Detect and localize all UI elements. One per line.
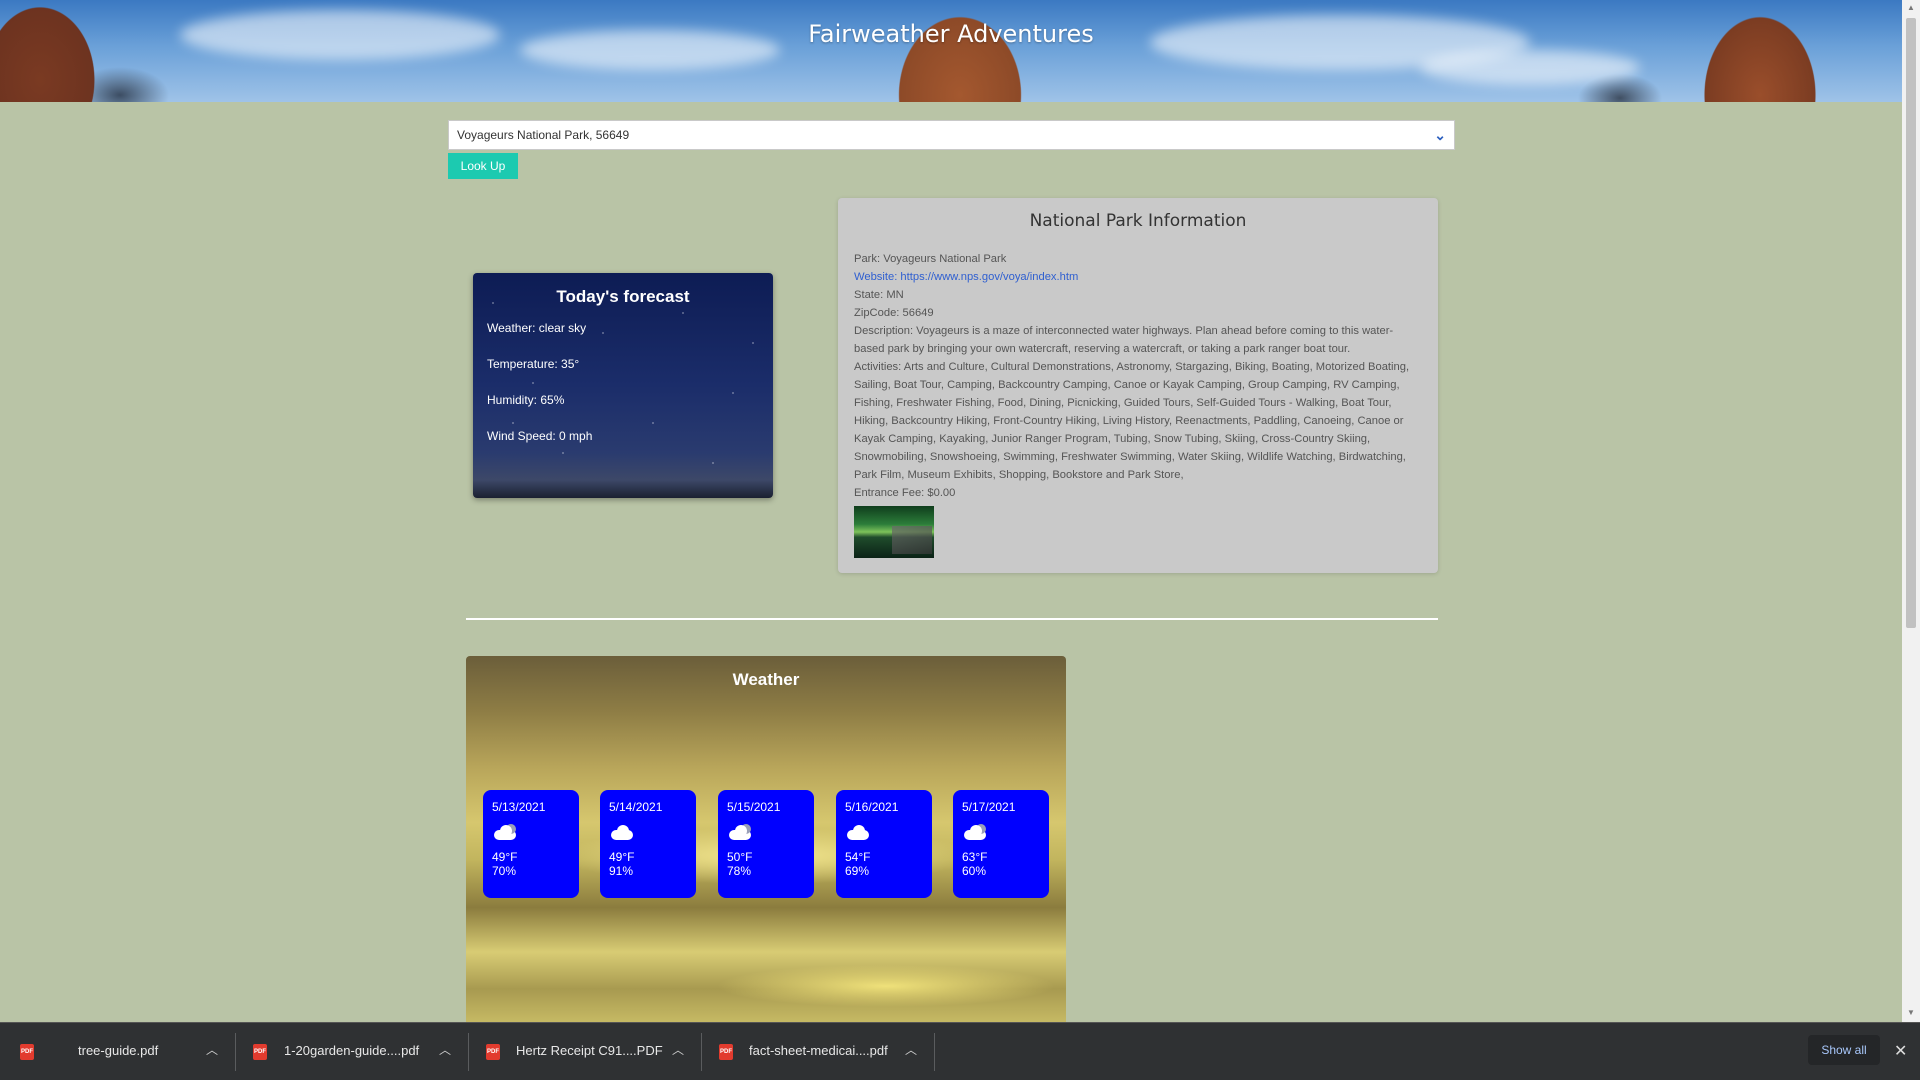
pdf-file-icon: PDF: [486, 1044, 500, 1060]
forecast-humidity: 60%: [962, 864, 987, 878]
scroll-down-icon[interactable]: ▼: [1906, 1008, 1916, 1018]
download-filename: tree-guide.pdf: [78, 1043, 159, 1058]
download-divider: [468, 1033, 469, 1071]
pdf-file-icon: PDF: [719, 1044, 733, 1060]
forecast-temp: 49°F: [492, 850, 518, 864]
download-item[interactable]: PDF Hertz Receipt C91....PDF ︿: [486, 1023, 686, 1080]
today-forecast-title: Today's forecast: [556, 287, 690, 306]
park-select[interactable]: Voyageurs National Park, 56649 ⌄: [448, 120, 1455, 150]
partly-cloudy-icon: [962, 822, 990, 842]
forecast-day-card: 5/15/2021 50°F 78%: [718, 790, 814, 898]
download-filename: fact-sheet-medicai....pdf: [749, 1043, 888, 1058]
park-zipcode: ZipCode: 56649: [854, 307, 934, 319]
forecast-day-card: 5/16/2021 54°F 69%: [836, 790, 932, 898]
scroll-up-icon[interactable]: ▲: [1906, 3, 1916, 13]
download-item[interactable]: PDF tree-guide.pdf ︿: [20, 1023, 220, 1080]
download-divider: [934, 1033, 935, 1071]
look-up-button[interactable]: Look Up: [448, 153, 518, 179]
download-divider: [701, 1033, 702, 1071]
forecast-day-card: 5/17/2021 63°F 60%: [953, 790, 1049, 898]
park-name: Park: Voyageurs National Park: [854, 253, 1007, 265]
cloud-icon: [845, 822, 873, 842]
forecast-temp: 49°F: [609, 850, 635, 864]
site-title: Fairweather Adventures: [808, 20, 1094, 48]
forecast-temp: 50°F: [727, 850, 753, 864]
park-info-card: National Park Information Park: Voyageur…: [838, 198, 1438, 573]
pdf-file-icon: PDF: [20, 1044, 34, 1060]
park-activities: Activities: Arts and Culture, Cultural D…: [854, 361, 1410, 481]
weather-title: Weather: [732, 670, 800, 689]
park-select-value: Voyageurs National Park, 56649: [457, 128, 630, 142]
scroll-thumb[interactable]: [1906, 18, 1916, 628]
partly-cloudy-icon: [492, 822, 520, 842]
forecast-day-card: 5/14/2021 49°F 91%: [600, 790, 696, 898]
page-scrollbar[interactable]: ▲ ▼: [1902, 0, 1920, 1022]
today-humidity: Humidity: 65%: [487, 393, 565, 407]
download-divider: [235, 1033, 236, 1071]
chevron-down-icon[interactable]: ⌄: [1434, 127, 1446, 144]
header-banner: Fairweather Adventures: [0, 0, 1902, 102]
download-filename: 1-20garden-guide....pdf: [284, 1043, 420, 1058]
park-website-link[interactable]: Website: https://www.nps.gov/voya/index.…: [854, 268, 1422, 286]
forecast-temp: 54°F: [845, 850, 871, 864]
download-item[interactable]: PDF fact-sheet-medicai....pdf ︿: [719, 1023, 919, 1080]
forecast-humidity: 70%: [492, 864, 517, 878]
chevron-up-icon[interactable]: ︿: [439, 1041, 451, 1058]
forecast-temp: 63°F: [962, 850, 988, 864]
forecast-date: 5/14/2021: [609, 800, 663, 814]
forecast-date: 5/16/2021: [845, 800, 899, 814]
pdf-file-icon: PDF: [253, 1044, 267, 1060]
close-icon[interactable]: ✕: [1894, 1041, 1907, 1061]
download-filename: Hertz Receipt C91....PDF: [516, 1043, 663, 1058]
chevron-up-icon[interactable]: ︿: [672, 1041, 684, 1058]
chevron-up-icon[interactable]: ︿: [905, 1041, 917, 1058]
cloud-icon: [609, 822, 637, 842]
section-divider: [466, 618, 1438, 620]
forecast-humidity: 91%: [609, 864, 634, 878]
download-item[interactable]: PDF 1-20garden-guide....pdf ︿: [253, 1023, 453, 1080]
park-state: State: MN: [854, 289, 904, 301]
park-photo: [854, 506, 934, 558]
park-entrance-fee: Entrance Fee: $0.00: [854, 487, 956, 499]
downloads-bar: PDF tree-guide.pdf ︿ PDF 1-20garden-guid…: [0, 1022, 1920, 1080]
banner-cloud: [1420, 50, 1640, 85]
park-info-title: National Park Information: [1029, 211, 1247, 231]
today-temperature: Temperature: 35°: [487, 357, 580, 371]
forecast-date: 5/17/2021: [962, 800, 1016, 814]
today-wind-speed: Wind Speed: 0 mph: [487, 429, 593, 443]
forecast-humidity: 69%: [845, 864, 870, 878]
partly-cloudy-icon: [727, 822, 755, 842]
show-all-button[interactable]: Show all: [1808, 1035, 1880, 1065]
forecast-date: 5/15/2021: [727, 800, 781, 814]
weather-panel: Weather 5/13/2021 49°F 70% 5/14/2021 49°…: [466, 656, 1066, 1026]
forecast-humidity: 78%: [727, 864, 752, 878]
today-forecast-card: Today's forecast Weather: clear sky Temp…: [473, 273, 773, 498]
park-description: Description: Voyageurs is a maze of inte…: [854, 325, 1394, 355]
today-weather: Weather: clear sky: [487, 321, 587, 335]
chevron-up-icon[interactable]: ︿: [206, 1041, 218, 1058]
forecast-day-card: 5/13/2021 49°F 70%: [483, 790, 579, 898]
forecast-date: 5/13/2021: [492, 800, 546, 814]
